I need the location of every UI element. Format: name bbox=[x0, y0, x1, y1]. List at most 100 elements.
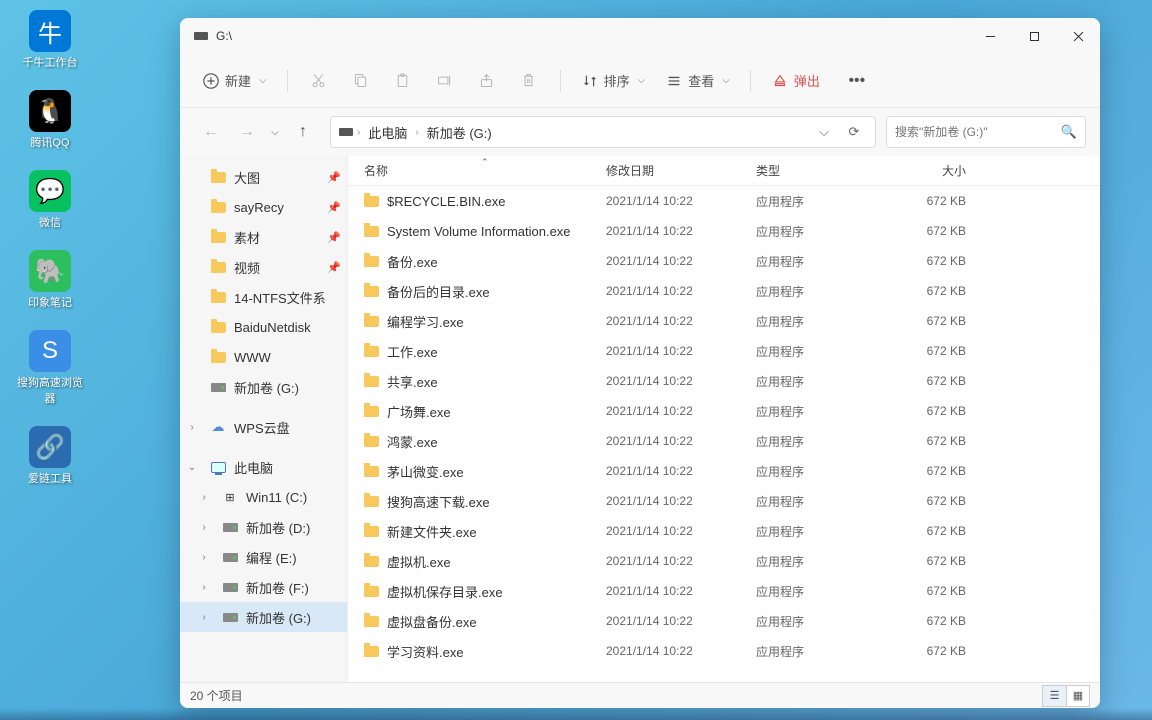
breadcrumb-this-pc[interactable]: 此电脑 bbox=[364, 121, 411, 144]
sidebar-item[interactable]: ›编程 (E:) bbox=[180, 542, 347, 572]
desktop-icon[interactable]: 💬微信 bbox=[15, 170, 85, 230]
sort-button[interactable]: 排序⌵ bbox=[573, 63, 654, 99]
rename-button[interactable] bbox=[426, 63, 464, 99]
sidebar-item[interactable]: ›新加卷 (G:) bbox=[180, 602, 347, 632]
column-date[interactable]: 修改日期 bbox=[606, 162, 756, 179]
address-bar[interactable]: › 此电脑 › 新加卷 (G:) ⌵ ⟳ bbox=[330, 116, 876, 148]
chevron-icon[interactable]: ⌄ bbox=[184, 462, 200, 473]
file-row[interactable]: System Volume Information.exe 2021/1/14 … bbox=[348, 216, 1100, 246]
up-button[interactable]: ↑ bbox=[286, 115, 320, 149]
file-icon bbox=[364, 436, 379, 447]
icons-view-button[interactable]: ▦ bbox=[1066, 685, 1090, 707]
file-row[interactable]: 备份.exe 2021/1/14 10:22 应用程序 672 KB bbox=[348, 246, 1100, 276]
file-row[interactable]: 鸿蒙.exe 2021/1/14 10:22 应用程序 672 KB bbox=[348, 426, 1100, 456]
column-type[interactable]: 类型 bbox=[756, 162, 886, 179]
sidebar-item[interactable]: ›新加卷 (F:) bbox=[180, 572, 347, 602]
maximize-button[interactable] bbox=[1012, 18, 1056, 54]
share-button[interactable] bbox=[468, 63, 506, 99]
sidebar-item[interactable]: ›☁WPS云盘 bbox=[180, 412, 347, 442]
file-date: 2021/1/14 10:22 bbox=[606, 404, 756, 418]
icon-label: 微信 bbox=[39, 214, 61, 230]
refresh-button[interactable]: ⟳ bbox=[841, 119, 867, 145]
file-type: 应用程序 bbox=[756, 643, 886, 660]
file-row[interactable]: 虚拟机保存目录.exe 2021/1/14 10:22 应用程序 672 KB bbox=[348, 576, 1100, 606]
file-name: 虚拟机.exe bbox=[387, 552, 451, 571]
file-row[interactable]: $RECYCLE.BIN.exe 2021/1/14 10:22 应用程序 67… bbox=[348, 186, 1100, 216]
file-date: 2021/1/14 10:22 bbox=[606, 464, 756, 478]
chevron-icon[interactable]: › bbox=[196, 552, 212, 563]
navigation-sidebar[interactable]: 大图📌sayRecy📌素材📌视频📌14-NTFS文件系BaiduNetdiskW… bbox=[180, 156, 348, 682]
paste-button[interactable] bbox=[384, 63, 422, 99]
column-name[interactable]: ⌃名称 bbox=[356, 162, 606, 179]
chevron-icon[interactable]: › bbox=[196, 492, 212, 503]
file-icon bbox=[364, 586, 379, 597]
forward-button[interactable]: → bbox=[230, 115, 264, 149]
file-row[interactable]: 虚拟盘备份.exe 2021/1/14 10:22 应用程序 672 KB bbox=[348, 606, 1100, 636]
copy-button[interactable] bbox=[342, 63, 380, 99]
file-row[interactable]: 学习资料.exe 2021/1/14 10:22 应用程序 672 KB bbox=[348, 636, 1100, 666]
sidebar-item[interactable]: BaiduNetdisk bbox=[180, 312, 347, 342]
eject-button[interactable]: 弹出 bbox=[763, 63, 828, 99]
address-dropdown[interactable]: ⌵ bbox=[811, 119, 837, 145]
search-input[interactable] bbox=[895, 125, 1061, 139]
sidebar-item[interactable]: ›⊞Win11 (C:) bbox=[180, 482, 347, 512]
sidebar-item[interactable]: sayRecy📌 bbox=[180, 192, 347, 222]
file-size: 672 KB bbox=[886, 224, 986, 238]
back-button[interactable]: ← bbox=[194, 115, 228, 149]
file-type: 应用程序 bbox=[756, 433, 886, 450]
sidebar-item[interactable]: ⌄此电脑 bbox=[180, 452, 347, 482]
drive-icon bbox=[210, 379, 226, 395]
chevron-icon[interactable]: › bbox=[196, 522, 212, 533]
desktop-icon[interactable]: 🐧腾讯QQ bbox=[15, 90, 85, 150]
chevron-icon[interactable]: › bbox=[184, 422, 200, 433]
desktop-icon[interactable]: 🐘印象笔记 bbox=[15, 250, 85, 310]
sidebar-item[interactable]: 14-NTFS文件系 bbox=[180, 282, 347, 312]
pc-icon bbox=[210, 459, 226, 475]
file-row[interactable]: 工作.exe 2021/1/14 10:22 应用程序 672 KB bbox=[348, 336, 1100, 366]
file-row[interactable]: 编程学习.exe 2021/1/14 10:22 应用程序 672 KB bbox=[348, 306, 1100, 336]
breadcrumb-drive[interactable]: 新加卷 (G:) bbox=[423, 121, 496, 144]
sidebar-item[interactable]: 视频📌 bbox=[180, 252, 347, 282]
file-row[interactable]: 虚拟机.exe 2021/1/14 10:22 应用程序 672 KB bbox=[348, 546, 1100, 576]
file-icon bbox=[364, 466, 379, 477]
new-button[interactable]: 新建⌵ bbox=[194, 63, 275, 99]
delete-button[interactable] bbox=[510, 63, 548, 99]
sidebar-item[interactable]: 新加卷 (G:) bbox=[180, 372, 347, 402]
item-count: 20 个项目 bbox=[190, 687, 243, 704]
file-icon bbox=[364, 226, 379, 237]
file-icon bbox=[364, 526, 379, 537]
sidebar-item[interactable]: ›新加卷 (D:) bbox=[180, 512, 347, 542]
desktop-icon[interactable]: S搜狗高速浏览器 bbox=[15, 330, 85, 406]
view-button[interactable]: 查看⌵ bbox=[657, 63, 738, 99]
column-size[interactable]: 大小 bbox=[886, 162, 986, 179]
file-row[interactable]: 共享.exe 2021/1/14 10:22 应用程序 672 KB bbox=[348, 366, 1100, 396]
sidebar-item[interactable]: WWW bbox=[180, 342, 347, 372]
file-size: 672 KB bbox=[886, 254, 986, 268]
details-view-button[interactable]: ☰ bbox=[1042, 685, 1066, 707]
sidebar-item[interactable]: 大图📌 bbox=[180, 162, 347, 192]
file-rows[interactable]: $RECYCLE.BIN.exe 2021/1/14 10:22 应用程序 67… bbox=[348, 186, 1100, 682]
desktop-icon[interactable]: 牛千牛工作台 bbox=[15, 10, 85, 70]
more-button[interactable]: ••• bbox=[838, 63, 876, 99]
sidebar-item-label: Win11 (C:) bbox=[246, 490, 307, 505]
close-button[interactable] bbox=[1056, 18, 1100, 54]
file-row[interactable]: 广场舞.exe 2021/1/14 10:22 应用程序 672 KB bbox=[348, 396, 1100, 426]
file-row[interactable]: 搜狗高速下载.exe 2021/1/14 10:22 应用程序 672 KB bbox=[348, 486, 1100, 516]
sidebar-item[interactable]: 素材📌 bbox=[180, 222, 347, 252]
drive-icon bbox=[339, 128, 353, 136]
chevron-icon[interactable]: › bbox=[196, 582, 212, 593]
desktop-icon[interactable]: 🔗爱链工具 bbox=[15, 426, 85, 486]
column-headers[interactable]: ⌃名称 修改日期 类型 大小 bbox=[348, 156, 1100, 186]
search-box[interactable]: 🔍 bbox=[886, 116, 1086, 148]
file-row[interactable]: 茅山微变.exe 2021/1/14 10:22 应用程序 672 KB bbox=[348, 456, 1100, 486]
minimize-button[interactable] bbox=[968, 18, 1012, 54]
recent-dropdown[interactable]: ⌵ bbox=[266, 115, 284, 149]
chevron-icon[interactable]: › bbox=[196, 612, 212, 623]
file-row[interactable]: 备份后的目录.exe 2021/1/14 10:22 应用程序 672 KB bbox=[348, 276, 1100, 306]
folder-icon bbox=[210, 259, 226, 275]
status-bar: 20 个项目 ☰ ▦ bbox=[180, 682, 1100, 708]
file-name: $RECYCLE.BIN.exe bbox=[387, 194, 506, 209]
file-row[interactable]: 新建文件夹.exe 2021/1/14 10:22 应用程序 672 KB bbox=[348, 516, 1100, 546]
cut-button[interactable] bbox=[300, 63, 338, 99]
title-bar[interactable]: G:\ bbox=[180, 18, 1100, 54]
